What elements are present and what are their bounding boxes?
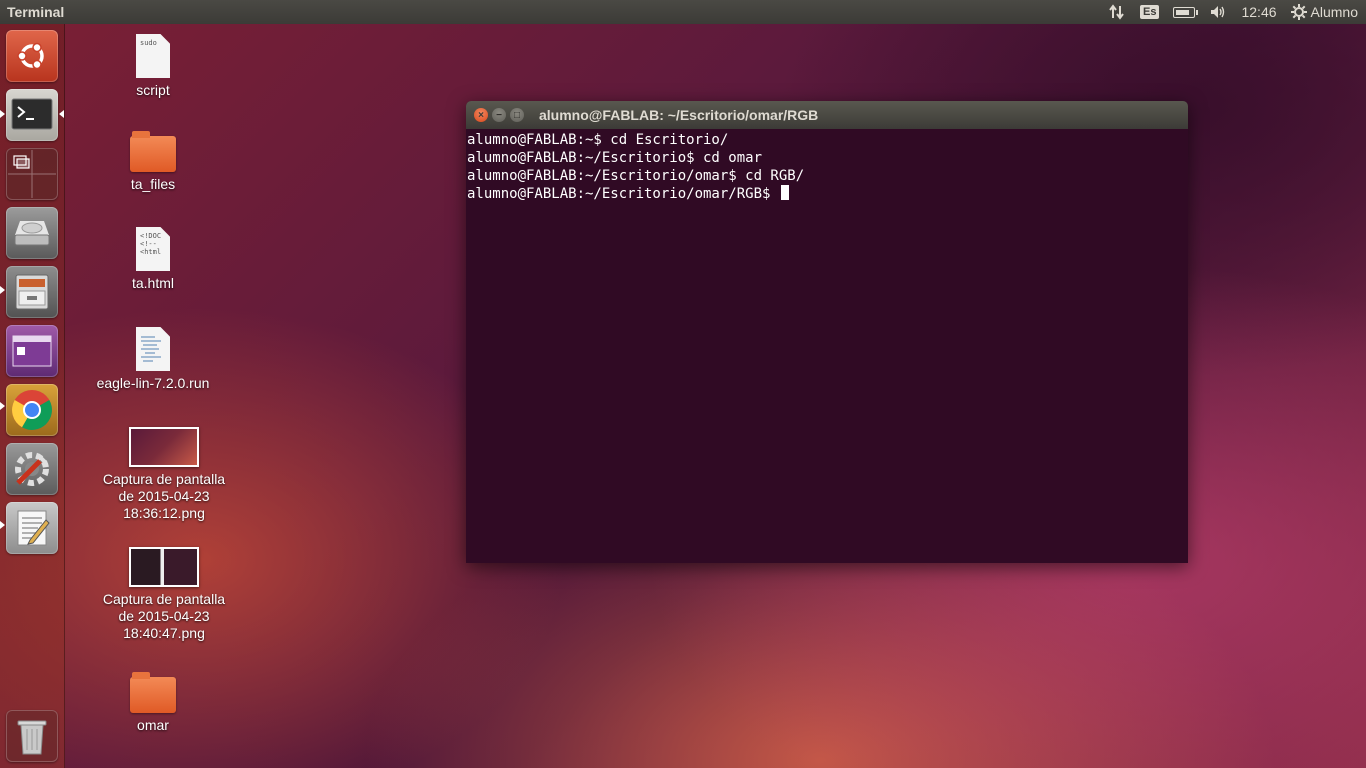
terminal-line: alumno@FABLAB:~/Escritorio/omar$ cd RGB/ bbox=[467, 168, 805, 184]
folder-icon bbox=[130, 672, 176, 713]
desktop-icon-label-line: Captura de pantalla bbox=[102, 471, 226, 487]
active-app-title[interactable]: Terminal bbox=[7, 4, 64, 20]
desktop-icon-label: ta.html bbox=[131, 275, 174, 291]
indicator-area: Es 12:46 Alumno bbox=[1108, 0, 1358, 24]
system-settings-icon bbox=[15, 452, 49, 486]
desktop-icon-label: script bbox=[136, 82, 170, 98]
close-icon: × bbox=[478, 109, 484, 121]
desktop-icon-label-line: de 2015-04-23 bbox=[118, 608, 210, 624]
screenshot-thumbnail-icon bbox=[129, 427, 199, 467]
file-cabinet-icon bbox=[15, 274, 49, 310]
image-viewer-icon bbox=[12, 335, 52, 367]
script-file-icon: sudo bbox=[136, 34, 170, 78]
desktop-folder-ta-files[interactable]: ta_files bbox=[88, 131, 218, 193]
terminal-prompt-line[interactable]: alumno@FABLAB:~/Escritorio/omar/RGB$ bbox=[467, 185, 1188, 203]
user-name: Alumno bbox=[1310, 4, 1358, 20]
launcher-trash[interactable] bbox=[6, 710, 58, 762]
desktop-icon-label-line: de 2015-04-23 bbox=[118, 488, 210, 504]
desktop-icon-label-line: 18:40:47.png bbox=[123, 625, 205, 641]
html-file-icon: <!DOC <!-- <html bbox=[136, 227, 170, 271]
minimize-icon: − bbox=[496, 109, 502, 121]
maximize-icon: □ bbox=[513, 109, 521, 121]
desktop-icon-label-line: 18:36:12.png bbox=[123, 505, 205, 521]
run-file-icon bbox=[136, 327, 170, 371]
desktop-icon-label: eagle-lin-7.2.0.run bbox=[96, 375, 210, 391]
running-indicator bbox=[0, 402, 5, 410]
text-cursor bbox=[780, 185, 789, 200]
desktop-file-screenshot-2[interactable]: Captura de pantalla de 2015-04-23 18:40:… bbox=[99, 547, 229, 642]
desktop-file-screenshot-1[interactable]: Captura de pantalla de 2015-04-23 18:36:… bbox=[99, 427, 229, 522]
session-menu[interactable]: Alumno bbox=[1290, 4, 1358, 20]
window-titlebar[interactable]: × − □ alumno@FABLAB: ~/Escritorio/omar/R… bbox=[466, 101, 1188, 129]
chrome-icon bbox=[12, 390, 52, 430]
desktop-icon-label-line: Captura de pantalla bbox=[102, 591, 226, 607]
network-icon[interactable] bbox=[1108, 4, 1126, 20]
window-title: alumno@FABLAB: ~/Escritorio/omar/RGB bbox=[539, 107, 819, 123]
text-editor-icon bbox=[17, 510, 50, 546]
focused-indicator bbox=[59, 110, 64, 118]
launcher-image-viewer[interactable] bbox=[6, 325, 58, 377]
terminal-output[interactable]: alumno@FABLAB:~$ cd Escritorio/ alumno@F… bbox=[466, 129, 1188, 203]
folder-icon bbox=[130, 131, 176, 172]
battery-level-fill bbox=[1176, 9, 1190, 15]
close-button[interactable]: × bbox=[474, 108, 488, 122]
launcher-file-cabinet[interactable] bbox=[6, 266, 58, 318]
desktop-icon-label: ta_files bbox=[130, 176, 176, 192]
terminal-window[interactable]: × − □ alumno@FABLAB: ~/Escritorio/omar/R… bbox=[466, 101, 1188, 563]
gear-icon bbox=[1290, 4, 1307, 20]
launcher-terminal[interactable] bbox=[6, 89, 58, 141]
disk-drive-icon bbox=[14, 221, 50, 246]
desktop-icon-label: omar bbox=[137, 717, 169, 733]
top-panel: Terminal Es 12:46 Alumno bbox=[0, 0, 1366, 24]
volume-icon[interactable] bbox=[1209, 4, 1227, 20]
dash-home-button[interactable] bbox=[6, 30, 58, 82]
terminal-line: alumno@FABLAB:~$ cd Escritorio/ bbox=[467, 132, 729, 148]
running-indicator bbox=[0, 286, 5, 294]
ubuntu-logo-icon bbox=[17, 42, 44, 70]
screenshot-thumbnail-icon bbox=[129, 547, 199, 587]
launcher-workspace-switcher[interactable] bbox=[6, 148, 58, 200]
launcher-disks[interactable] bbox=[6, 207, 58, 259]
maximize-button[interactable]: □ bbox=[510, 108, 524, 122]
workspace-switcher-icon bbox=[8, 150, 56, 198]
terminal-line: alumno@FABLAB:~/Escritorio$ cd omar bbox=[467, 150, 763, 166]
terminal-icon bbox=[11, 98, 53, 130]
launcher-text-editor[interactable] bbox=[6, 502, 58, 554]
desktop-folder-omar[interactable]: omar bbox=[88, 672, 218, 734]
keyboard-layout-indicator[interactable]: Es bbox=[1140, 5, 1160, 19]
launcher-system-settings[interactable] bbox=[6, 443, 58, 495]
running-indicator bbox=[0, 110, 5, 118]
trash-icon bbox=[17, 720, 47, 755]
terminal-prompt: alumno@FABLAB:~/Escritorio/omar/RGB$ bbox=[467, 186, 779, 202]
desktop-file-ta-html[interactable]: <!DOC <!-- <html ta.html bbox=[88, 227, 218, 292]
desktop-file-eagle[interactable]: eagle-lin-7.2.0.run bbox=[88, 327, 218, 392]
desktop-file-script[interactable]: sudo script bbox=[88, 34, 218, 99]
clock[interactable]: 12:46 bbox=[1241, 4, 1276, 20]
running-indicator bbox=[0, 521, 5, 529]
minimize-button[interactable]: − bbox=[492, 108, 506, 122]
launcher-chrome[interactable] bbox=[6, 384, 58, 436]
battery-icon[interactable] bbox=[1173, 6, 1199, 18]
launcher bbox=[0, 24, 65, 768]
